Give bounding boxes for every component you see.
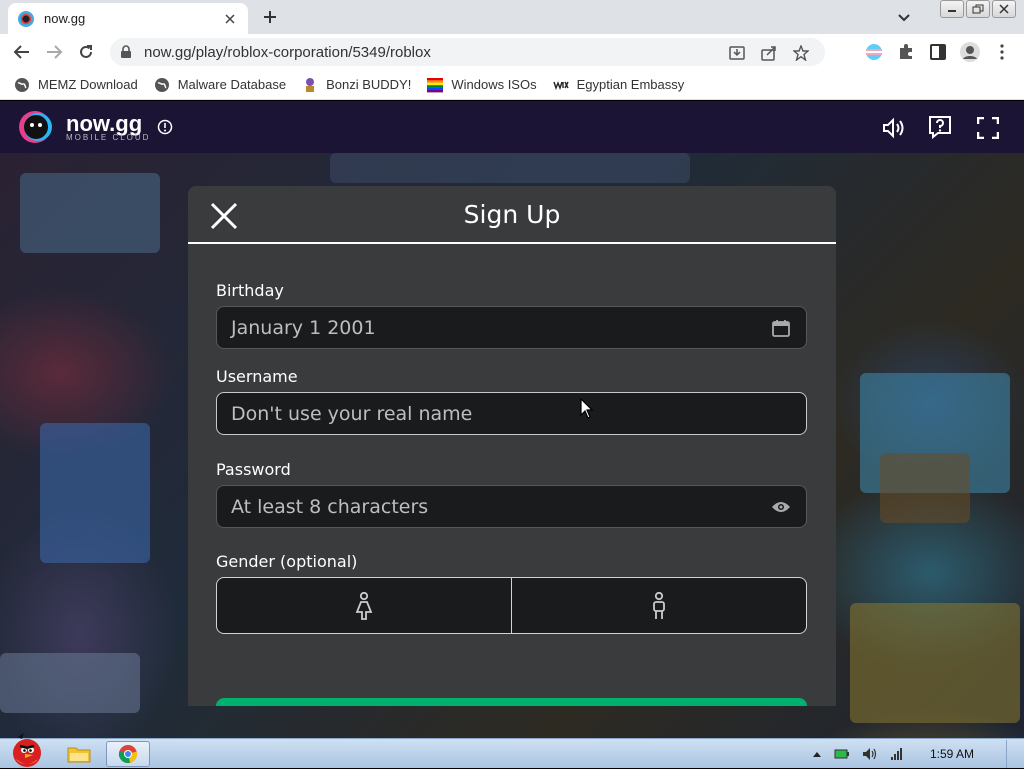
username-placeholder: Don't use your real name: [231, 402, 473, 425]
lock-icon[interactable]: [120, 45, 132, 59]
file-explorer-icon[interactable]: [66, 743, 94, 765]
forward-arrow-icon[interactable]: [42, 40, 66, 64]
gender-male-button[interactable]: [511, 578, 806, 633]
gender-label: Gender (optional): [216, 552, 358, 571]
windows-flag-icon: [427, 77, 444, 93]
birthday-label: Birthday: [216, 281, 284, 300]
bookmark-bonzi-buddy[interactable]: Bonzi BUDDY!: [302, 77, 411, 93]
chevron-down-icon[interactable]: [894, 8, 914, 28]
url-text: now.gg/play/roblox-corporation/5349/robl…: [144, 43, 431, 61]
share-icon[interactable]: [760, 44, 778, 62]
back-arrow-icon[interactable]: [10, 40, 34, 64]
bookmark-windows-isos[interactable]: Windows ISOs: [427, 77, 537, 93]
background-decoration: [40, 423, 150, 563]
nowgg-favicon-icon: [18, 10, 34, 27]
gender-selector: [216, 577, 807, 634]
female-icon: [353, 591, 375, 620]
bookmark-egyptian-embassy[interactable]: Egyptian Embassy: [552, 77, 685, 93]
bookmark-label: MEMZ Download: [38, 77, 138, 92]
show-desktop-button[interactable]: [1006, 740, 1016, 768]
username-field[interactable]: Don't use your real name: [216, 392, 807, 435]
battery-icon[interactable]: [834, 748, 850, 760]
side-panel-icon[interactable]: [926, 40, 950, 64]
bookmark-label: Egyptian Embassy: [576, 77, 685, 92]
background-decoration: [850, 603, 1020, 723]
address-bar[interactable]: now.gg/play/roblox-corporation/5349/robl…: [110, 38, 825, 66]
browser-toolbar: now.gg/play/roblox-corporation/5349/robl…: [0, 34, 1024, 97]
restore-icon[interactable]: [966, 0, 990, 18]
wix-icon: [552, 77, 569, 93]
minimize-icon[interactable]: [940, 0, 964, 18]
windows-taskbar: 1:59 AM: [0, 733, 1024, 769]
birthday-field[interactable]: January 1 2001: [216, 306, 807, 349]
signup-modal: Sign Up Birthday January 1 2001 Username…: [188, 186, 836, 706]
speaker-icon[interactable]: [862, 747, 878, 761]
nowgg-logo-subtitle: MOBILE CLOUD: [66, 133, 151, 142]
close-window-icon[interactable]: [992, 0, 1016, 18]
tray-chevron-up-icon[interactable]: [812, 750, 822, 758]
system-tray: 1:59 AM: [812, 739, 1016, 769]
tab-strip: now.gg: [0, 0, 1024, 34]
background-decoration: [0, 653, 140, 713]
chrome-icon: [118, 744, 138, 764]
help-icon[interactable]: [928, 115, 952, 139]
background-decoration: [20, 173, 160, 253]
taskbar-chrome-button[interactable]: [106, 741, 150, 767]
globe-icon: [14, 77, 30, 93]
tab-close-icon[interactable]: [222, 13, 238, 25]
modal-divider: [188, 242, 836, 244]
clock[interactable]: 1:59 AM: [930, 747, 974, 761]
background-decoration: [880, 453, 970, 523]
bookmark-star-icon[interactable]: [792, 44, 810, 62]
password-label: Password: [216, 460, 291, 479]
extensions-puzzle-icon[interactable]: [894, 40, 918, 64]
install-app-icon[interactable]: [728, 44, 746, 62]
password-field[interactable]: At least 8 characters: [216, 485, 807, 528]
gender-female-button[interactable]: [217, 578, 511, 633]
username-label: Username: [216, 367, 298, 386]
bookmark-malware-database[interactable]: Malware Database: [154, 77, 286, 93]
pride-extension-icon[interactable]: [862, 40, 886, 64]
password-placeholder: At least 8 characters: [231, 495, 429, 518]
bookmark-label: Windows ISOs: [451, 77, 537, 92]
background-decoration: [330, 153, 690, 183]
nowgg-logo-icon[interactable]: [14, 109, 56, 145]
fullscreen-icon[interactable]: [976, 116, 1000, 140]
tab-nowgg[interactable]: now.gg: [8, 3, 248, 34]
info-icon[interactable]: [156, 118, 174, 136]
eye-icon[interactable]: [770, 496, 792, 518]
browser-menu-icon[interactable]: [990, 40, 1014, 64]
profile-avatar-icon[interactable]: [958, 40, 982, 64]
male-icon: [650, 591, 668, 620]
modal-title: Sign Up: [463, 200, 561, 229]
volume-icon[interactable]: [882, 116, 906, 140]
new-tab-icon[interactable]: [258, 5, 282, 29]
bookmarks-bar: MEMZ Download Malware Database Bonzi BUD…: [0, 70, 1024, 100]
bookmark-label: Malware Database: [177, 77, 287, 92]
bookmark-label: Bonzi BUDDY!: [326, 77, 412, 92]
bonzi-icon: [302, 77, 318, 93]
globe-icon: [154, 77, 170, 93]
network-icon[interactable]: [890, 747, 904, 761]
start-button-angry-bird-icon[interactable]: [4, 731, 50, 769]
window-controls: [940, 0, 1016, 18]
tab-title: now.gg: [44, 11, 86, 26]
calendar-icon[interactable]: [770, 317, 792, 339]
signup-button[interactable]: [216, 698, 807, 706]
nowgg-header: now.gg MOBILE CLOUD: [0, 101, 1024, 153]
birthday-value: January 1 2001: [231, 316, 376, 339]
reload-icon[interactable]: [74, 40, 98, 64]
bookmark-memz[interactable]: MEMZ Download: [14, 77, 138, 93]
mouse-cursor-icon: [580, 398, 594, 420]
